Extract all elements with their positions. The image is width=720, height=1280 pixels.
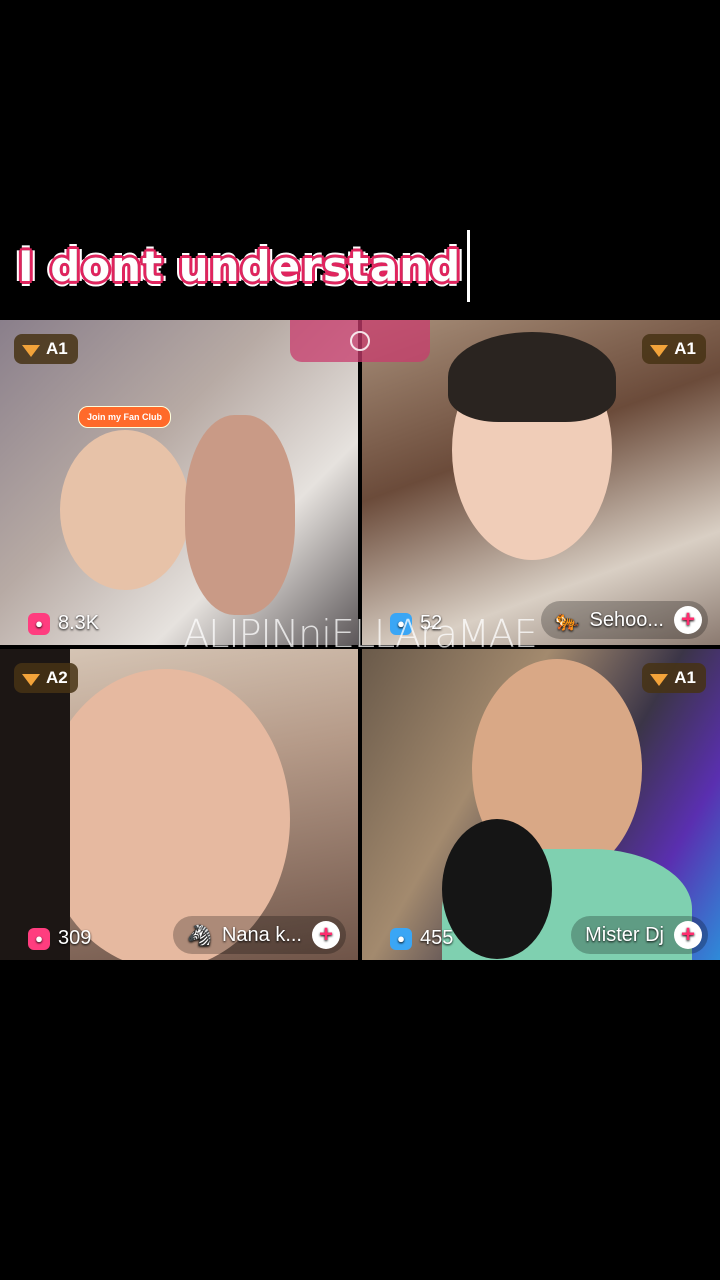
caption: I dont understand: [18, 230, 471, 302]
viewer-stat: ● 309: [28, 927, 91, 950]
follow-plus-button[interactable]: +: [674, 921, 702, 949]
finger-shape: [185, 415, 295, 615]
hair-shape: [0, 649, 70, 960]
rank-label: A1: [674, 668, 696, 687]
guest-name-pill[interactable]: Mister Dj +: [571, 916, 708, 954]
timer-tab[interactable]: [290, 320, 430, 362]
rank-badge: A1: [642, 663, 706, 693]
diamond-icon: [22, 345, 40, 357]
diamond-icon: [650, 345, 669, 357]
diamond-icon: [650, 674, 669, 686]
rank-badge: A2: [14, 663, 78, 693]
rank-badge: A1: [642, 334, 706, 364]
rank-label: A2: [46, 668, 68, 687]
guest-name: Mister Dj: [585, 923, 664, 946]
guest-name: Nana k...: [221, 923, 302, 946]
viewer-count: 309: [58, 927, 92, 949]
guest-tile-4[interactable]: A1 ● 455 Mister Dj +: [362, 649, 720, 960]
viewer-stat: ● 455: [390, 927, 453, 950]
guest-tile-2[interactable]: A1 ● 52 🐅 Sehoo... +: [362, 320, 720, 645]
rank-label: A1: [674, 339, 696, 358]
diamond-icon: [22, 674, 40, 686]
guest-video: [60, 430, 190, 590]
follow-plus-button[interactable]: +: [312, 921, 340, 949]
caption-text: I dont understand: [18, 241, 462, 291]
zebra-icon: 🦓: [187, 924, 212, 947]
fan-club-button[interactable]: Join my Fan Club: [78, 406, 172, 428]
gift-icon: ●: [390, 927, 412, 950]
guest-tile-1[interactable]: A1 Join my Fan Club ● 8.3K: [0, 320, 358, 645]
rank-label: A1: [46, 339, 68, 358]
guest-tile-3[interactable]: A2 ● 309 🦓 Nana k... +: [0, 649, 358, 960]
gift-icon: ●: [28, 927, 50, 950]
text-cursor: [467, 230, 471, 302]
hair-shape: [448, 332, 616, 422]
clock-icon: [350, 331, 370, 351]
watermark: ALIPINniELLAraMAE: [183, 612, 537, 656]
viewer-count: 455: [420, 927, 454, 949]
guest-name-pill[interactable]: 🦓 Nana k... +: [173, 916, 346, 954]
microphone-icon: [442, 819, 552, 959]
rank-badge: A1: [14, 334, 78, 364]
